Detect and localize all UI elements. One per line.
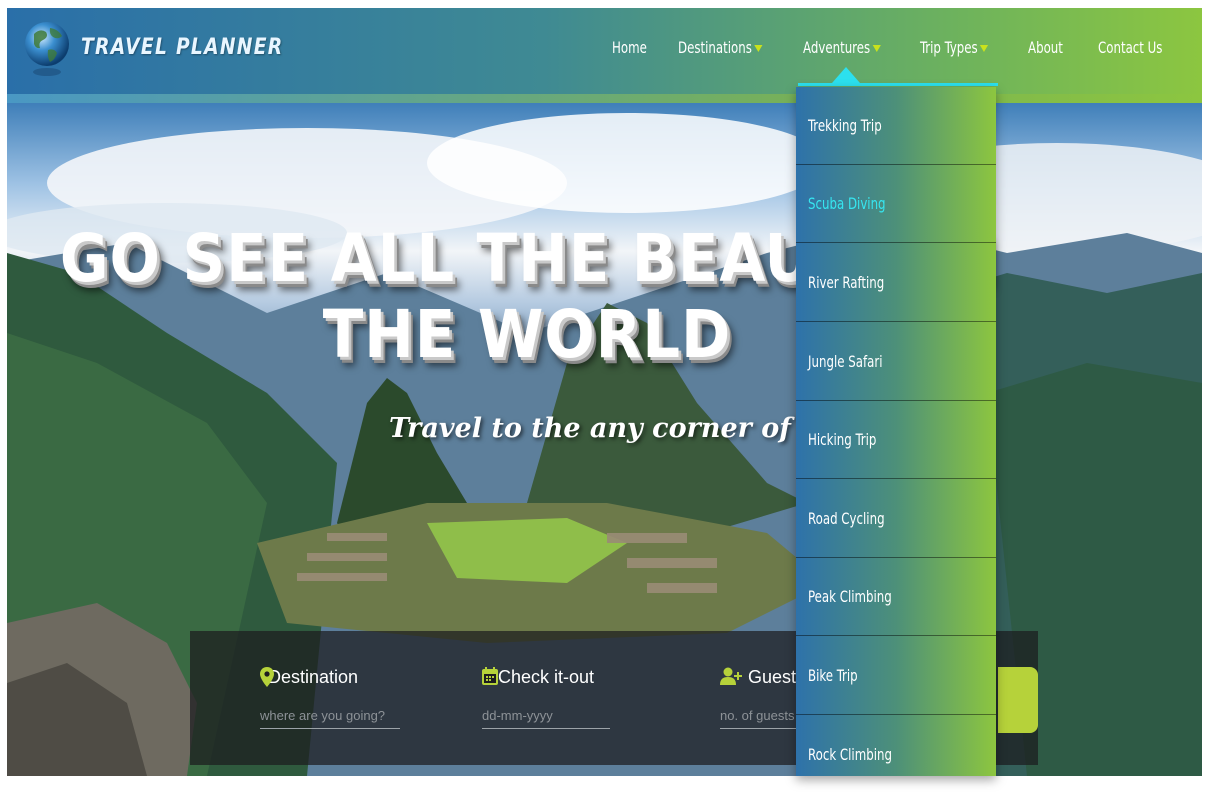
checkout-date-input[interactable] xyxy=(482,704,610,729)
add-user-icon xyxy=(720,667,742,685)
menu-item-road-cycling[interactable]: Road Cycling xyxy=(796,480,996,558)
checkout-field: Check it-out xyxy=(482,667,610,729)
menu-item-label: Hicking Trip xyxy=(808,430,877,449)
menu-item-hicking-trip[interactable]: Hicking Trip xyxy=(796,401,996,479)
menu-item-label: Trekking Trip xyxy=(808,116,882,135)
nav-home-label: Home xyxy=(612,38,647,57)
checkout-label: Check it-out xyxy=(498,667,595,687)
map-pin-icon xyxy=(260,667,274,687)
active-nav-bar xyxy=(798,83,998,86)
destination-label: Destination xyxy=(268,667,359,687)
menu-item-label: Peak Climbing xyxy=(808,587,892,606)
chevron-down-icon xyxy=(872,45,881,52)
nav-home[interactable]: Home xyxy=(612,38,647,57)
chevron-down-icon xyxy=(754,45,763,52)
hero-banner: GO SEE ALL THE BEAUTY IN THE WORLD Trave… xyxy=(7,103,1202,776)
nav-destinations[interactable]: Destinations xyxy=(678,38,763,57)
nav-adventures-label: Adventures xyxy=(803,38,871,57)
menu-item-label: Rock Climbing xyxy=(808,744,892,764)
menu-item-bike-trip[interactable]: Bike Trip xyxy=(796,637,996,715)
menu-item-label: Bike Trip xyxy=(808,666,858,685)
search-button[interactable] xyxy=(998,667,1038,733)
destination-field: Destination xyxy=(260,667,400,729)
menu-item-river-rafting[interactable]: River Rafting xyxy=(796,244,996,322)
calendar-icon xyxy=(482,667,498,685)
nav-trip-types-label: Trip Types xyxy=(920,38,978,57)
menu-item-rock-climbing[interactable]: Rock Climbing xyxy=(796,715,996,793)
nav-trip-types[interactable]: Trip Types xyxy=(920,38,989,57)
nav-about[interactable]: About xyxy=(1028,38,1063,57)
menu-item-trekking-trip[interactable]: Trekking Trip xyxy=(796,87,996,165)
adventures-dropdown: Trekking Trip Scuba Diving River Rafting… xyxy=(796,87,996,776)
active-nav-pointer xyxy=(832,67,860,83)
menu-item-jungle-safari[interactable]: Jungle Safari xyxy=(796,323,996,401)
nav-contact-us-label: Contact Us xyxy=(1098,38,1163,57)
menu-item-label: Scuba Diving xyxy=(808,194,886,213)
brand-name[interactable]: TRAVEL PLANNER xyxy=(81,35,283,60)
nav-about-label: About xyxy=(1028,38,1063,57)
menu-item-label: River Rafting xyxy=(808,273,885,292)
header-stripe xyxy=(7,94,1202,103)
globe-icon[interactable] xyxy=(22,14,72,84)
site-header: TRAVEL PLANNER Home Destinations Adventu… xyxy=(7,8,1202,94)
menu-item-scuba-diving[interactable]: Scuba Diving xyxy=(796,165,996,243)
nav-destinations-label: Destinations xyxy=(678,38,752,57)
nav-adventures[interactable]: Adventures xyxy=(803,38,881,57)
nav-contact-us[interactable]: Contact Us xyxy=(1098,38,1162,57)
chevron-down-icon xyxy=(980,45,989,52)
menu-item-label: Road Cycling xyxy=(808,509,885,528)
destination-input[interactable] xyxy=(260,704,400,729)
menu-item-peak-climbing[interactable]: Peak Climbing xyxy=(796,558,996,636)
menu-item-label: Jungle Safari xyxy=(808,352,883,371)
